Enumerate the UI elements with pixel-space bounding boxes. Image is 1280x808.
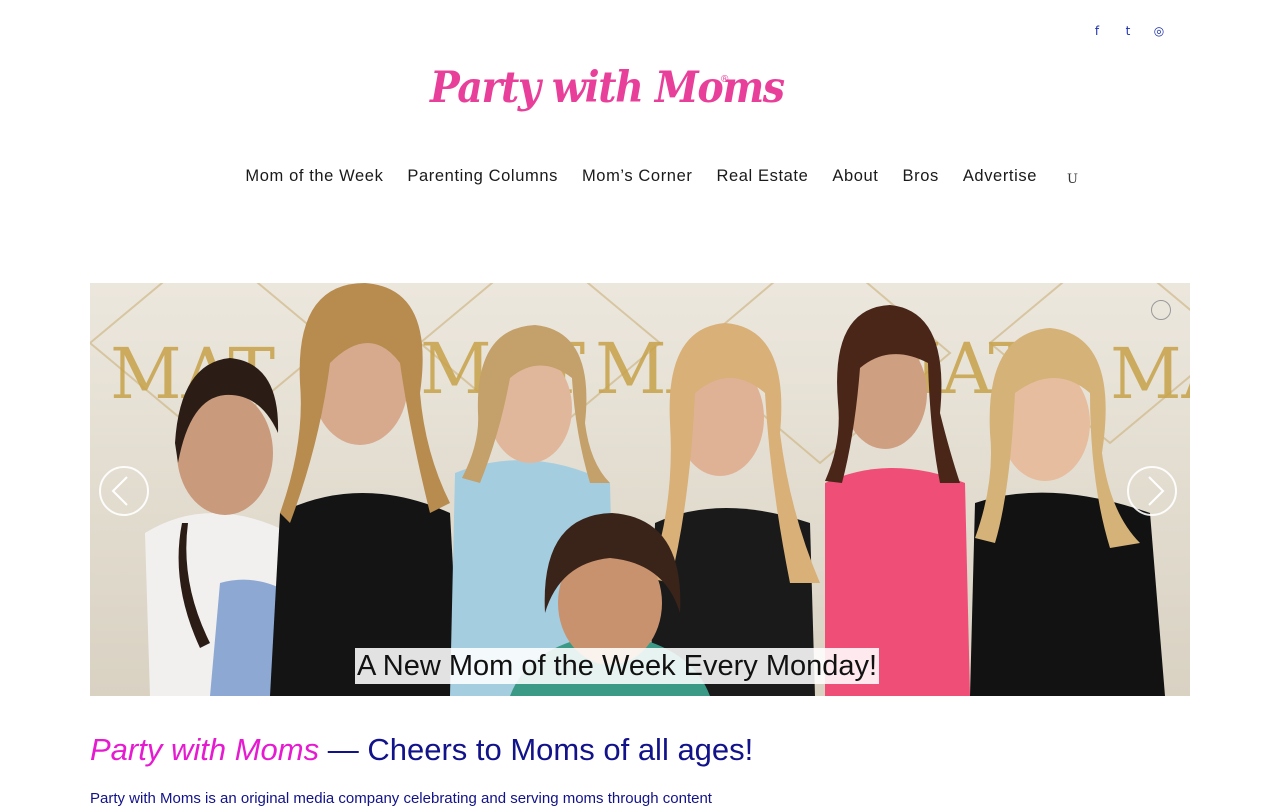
registered-mark: ®: [721, 74, 729, 85]
slide-photo: MAT MAT MAT MAT MAT: [90, 283, 1190, 696]
nav-item-about[interactable]: About: [832, 164, 878, 188]
svg-text:MAT: MAT: [1110, 333, 1190, 415]
nav-item-advertise[interactable]: Advertise: [963, 164, 1037, 188]
nav-item-bros[interactable]: Bros: [903, 164, 939, 188]
hero-slider: MAT MAT MAT MAT MAT: [90, 283, 1190, 696]
nav-item-mom-of-the-week[interactable]: Mom of the Week: [245, 164, 383, 188]
next-slide-button[interactable]: [1127, 466, 1177, 516]
chevron-left-icon: [111, 476, 128, 506]
twitter-icon[interactable]: t: [1121, 22, 1135, 40]
slide-caption: A New Mom of the Week Every Monday!: [355, 648, 880, 684]
search-icon[interactable]: U: [1067, 168, 1079, 192]
nav-item-real-estate[interactable]: Real Estate: [716, 164, 808, 188]
facebook-icon[interactable]: f: [1090, 22, 1104, 40]
slider-pause-button[interactable]: [1151, 300, 1171, 320]
social-links: f t ◎: [1090, 22, 1166, 40]
tagline-text: — Cheers to Moms of all ages!: [319, 732, 754, 767]
chevron-right-icon: [1148, 476, 1165, 506]
tagline-brand: Party with Moms: [90, 732, 320, 767]
previous-slide-button[interactable]: [99, 466, 149, 516]
nav-item-parenting-columns[interactable]: Parenting Columns: [407, 164, 558, 188]
site-logo[interactable]: Party with Moms ®: [430, 52, 785, 124]
page-tagline: Party with Moms — Cheers to Moms of all …: [90, 730, 753, 770]
intro-paragraph: Party with Moms is an original media com…: [90, 790, 712, 807]
instagram-icon[interactable]: ◎: [1152, 22, 1166, 40]
nav-item-moms-corner[interactable]: Mom’s Corner: [582, 164, 693, 188]
logo-text: Party with Moms: [430, 63, 785, 113]
main-navigation: Mom of the Week Parenting Columns Mom’s …: [0, 160, 1280, 192]
